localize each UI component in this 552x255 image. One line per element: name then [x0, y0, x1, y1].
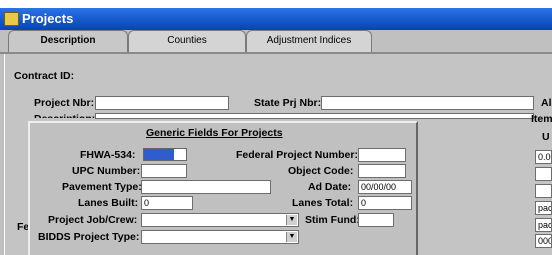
tab-adjustment-indices[interactable]: Adjustment Indices — [246, 30, 372, 52]
chevron-down-icon: ▼ — [286, 232, 297, 242]
bidds-project-type-label: BIDDS Project Type: — [38, 231, 140, 243]
folder-icon — [4, 12, 19, 26]
project-nbr-field[interactable] — [95, 96, 229, 110]
tab-description[interactable]: Description — [8, 30, 128, 54]
project-job-crew-label: Project Job/Crew: — [48, 214, 138, 226]
description-label: Description: — [34, 113, 95, 118]
description-field[interactable] — [95, 113, 534, 119]
lanes-built-field[interactable]: 0 — [141, 196, 193, 210]
ad-date-label: Ad Date: — [308, 181, 352, 193]
pavement-type-field[interactable] — [141, 180, 271, 194]
al-label: Al — [541, 97, 552, 109]
window-title: Projects — [22, 11, 74, 26]
chevron-down-icon: ▼ — [286, 215, 297, 225]
pavement-type-label: Pavement Type: — [62, 181, 142, 193]
title-bar — [0, 8, 552, 30]
state-prj-nbr-label: State Prj Nbr: — [254, 97, 322, 109]
stim-fund-label: Stim Fund: — [305, 214, 360, 226]
object-code-label: Object Code: — [288, 165, 354, 177]
right-field-3[interactable] — [535, 184, 552, 198]
upc-number-label: UPC Number: — [72, 165, 141, 177]
right-field-5[interactable]: pac — [535, 218, 552, 232]
screen-top — [0, 0, 552, 8]
u-label: U — [542, 131, 550, 143]
right-field-1[interactable]: 0.00 — [535, 150, 552, 164]
federal-project-number-field[interactable] — [358, 148, 406, 162]
fhwa-534-label: FHWA-534: — [80, 149, 136, 161]
stim-fund-field[interactable] — [358, 213, 394, 227]
generic-fields-title: Generic Fields For Projects — [146, 127, 283, 139]
ad-date-field[interactable]: 00/00/00 — [358, 180, 412, 194]
tab-counties[interactable]: Counties — [128, 30, 246, 52]
object-code-field[interactable] — [358, 164, 406, 178]
lanes-total-field[interactable]: 0 — [358, 196, 412, 210]
lanes-total-label: Lanes Total: — [292, 197, 354, 209]
fhwa-534-selection — [144, 149, 174, 160]
project-nbr-label: Project Nbr: — [34, 97, 95, 109]
state-prj-nbr-field[interactable] — [321, 96, 534, 110]
right-field-2[interactable] — [535, 167, 552, 181]
project-job-crew-select[interactable]: ▼ — [141, 213, 299, 227]
bidds-project-type-select[interactable]: ▼ — [141, 230, 299, 244]
upc-number-field[interactable] — [141, 164, 187, 178]
right-field-6[interactable]: 000 — [535, 234, 552, 248]
item-label: Item — [531, 113, 552, 125]
lanes-built-label: Lanes Built: — [78, 197, 139, 209]
federal-project-number-label: Federal Project Number: — [236, 149, 358, 161]
right-field-4[interactable]: pac — [535, 201, 552, 215]
contract-id-label: Contract ID: — [14, 70, 75, 82]
